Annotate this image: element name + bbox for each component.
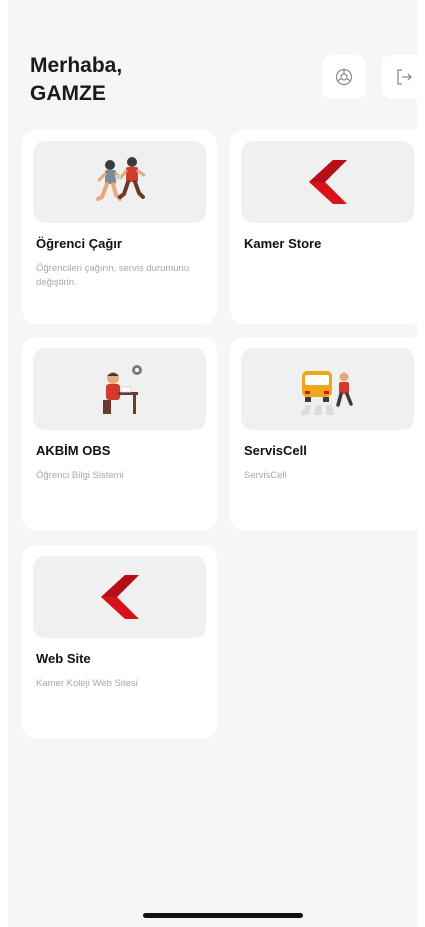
school-bus-icon [299, 371, 353, 415]
card-title: Öğrenci Çağır [36, 236, 122, 251]
card-serviscell[interactable]: ServisCell ServisCell [230, 337, 425, 531]
card-thumbnail [33, 141, 206, 223]
card-title: Web Site [36, 651, 91, 666]
card-description: ServisCell [244, 470, 287, 481]
running-kids-icon [95, 157, 145, 201]
card-title: Kamer Store [244, 236, 322, 251]
card-thumbnail [241, 141, 414, 223]
logout-icon [397, 69, 412, 85]
kamer-logo-icon [100, 575, 139, 619]
kamer-logo-icon [308, 160, 347, 204]
card-title: AKBİM OBS [36, 443, 111, 458]
card-web-site[interactable]: Web Site Kamer Koleji Web Sitesi [22, 545, 217, 739]
settings-icon [335, 68, 353, 86]
logout-button[interactable] [382, 55, 425, 99]
card-thumbnail [33, 556, 206, 638]
card-thumbnail [33, 348, 206, 430]
user-name: GAMZE [30, 82, 106, 105]
card-description: Öğrenci Bilgi Sistemi [36, 470, 124, 481]
greeting-line: Merhaba, [30, 54, 123, 77]
card-kamer-store[interactable]: Kamer Store [230, 130, 425, 324]
card-akbim-obs[interactable]: AKBİM OBS Öğrenci Bilgi Sistemi [22, 337, 217, 531]
app-screen: Merhaba, GAMZE Öğrenci Çağır Öğrencileri… [8, 0, 425, 927]
greeting: Merhaba, GAMZE [30, 52, 122, 108]
card-title: ServisCell [244, 443, 307, 458]
card-description: Kamer Koleji Web Sitesi [36, 678, 138, 689]
card-ogrenci-cagir[interactable]: Öğrenci Çağır Öğrencileri çağırın, servi… [22, 130, 217, 324]
home-indicator [143, 913, 303, 918]
settings-button[interactable] [322, 55, 366, 99]
card-description: Öğrencileri çağırın, servis durumunu değ… [36, 263, 190, 288]
card-thumbnail [241, 348, 414, 430]
student-desk-icon [102, 365, 142, 414]
